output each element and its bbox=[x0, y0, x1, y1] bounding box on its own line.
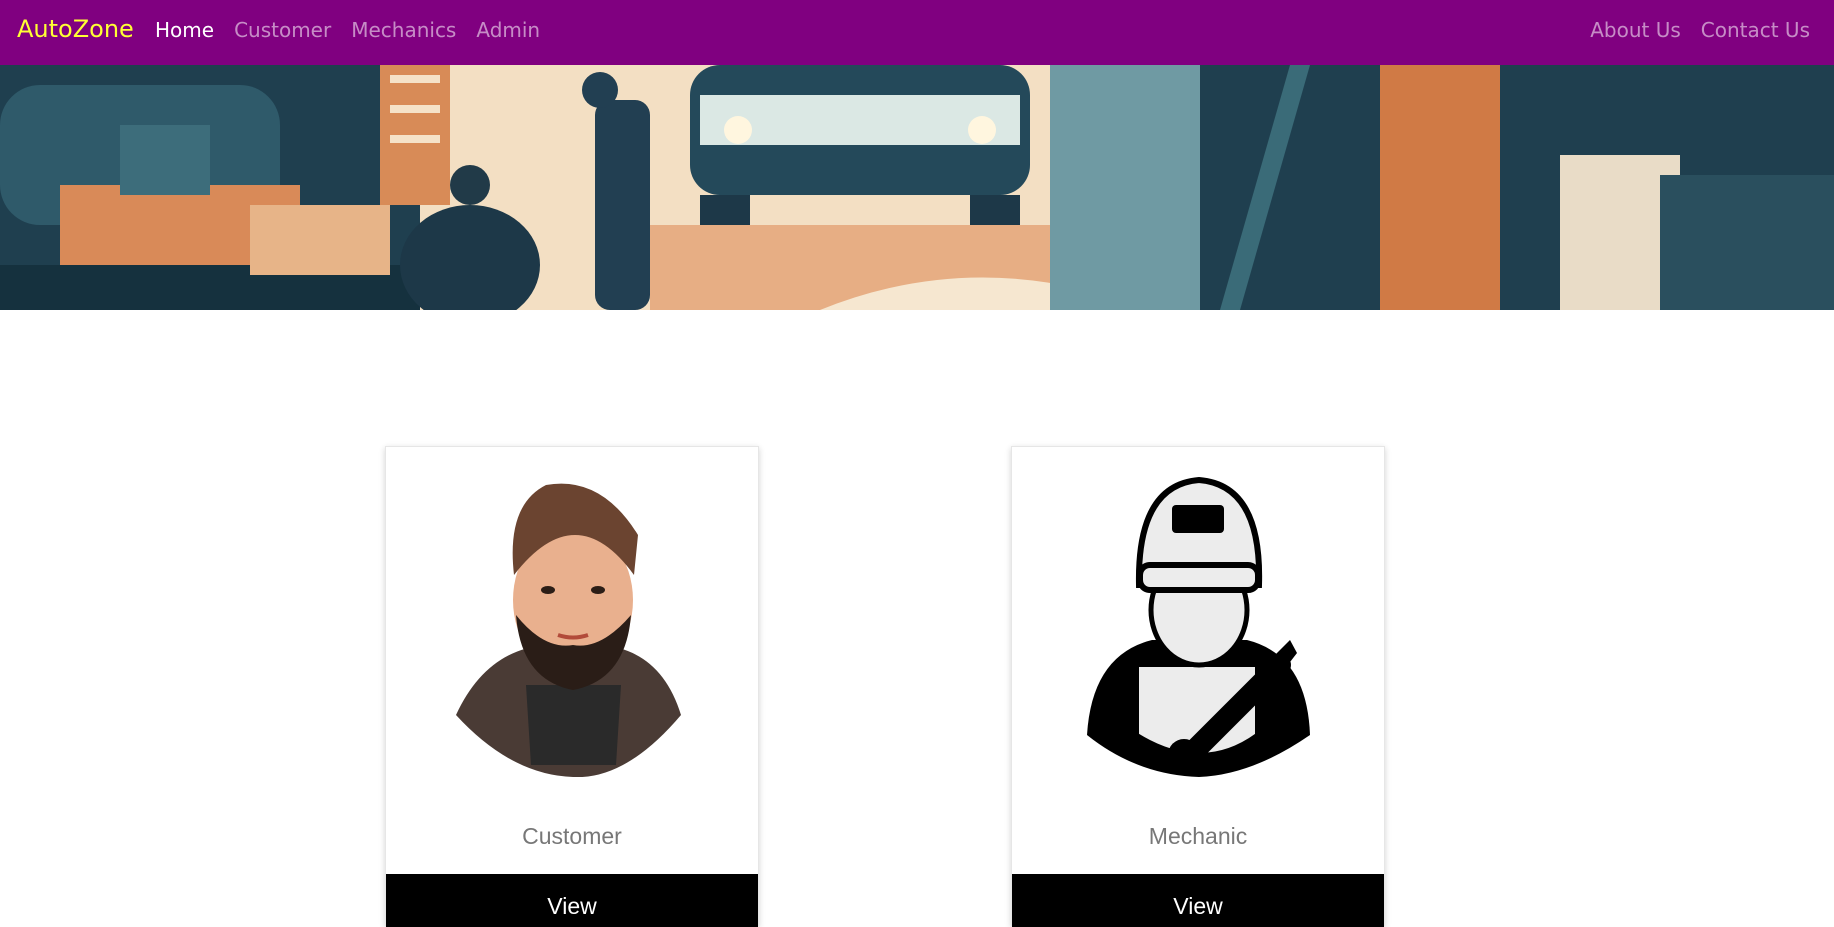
nav-right: About Us Contact Us bbox=[1590, 18, 1810, 42]
brand-link[interactable]: AutoZone bbox=[17, 15, 134, 43]
nav-left: Home Customer Mechanics Admin bbox=[155, 18, 540, 42]
customer-view-button[interactable]: View bbox=[386, 874, 758, 927]
mechanic-card: Mechanic View bbox=[1011, 446, 1385, 927]
nav-customer-link[interactable]: Customer bbox=[234, 18, 331, 42]
card-title-mechanic: Mechanic bbox=[1148, 823, 1248, 849]
mechanic-view-button[interactable]: View bbox=[1012, 874, 1384, 927]
nav-admin-link[interactable]: Admin bbox=[476, 18, 540, 42]
customer-card: Customer View bbox=[385, 446, 759, 927]
bearded-man-avatar bbox=[456, 483, 681, 777]
navbar: AutoZone Home Customer Mechanics Admin A… bbox=[0, 0, 1834, 65]
nav-mechanics-link[interactable]: Mechanics bbox=[351, 18, 456, 42]
card-title-customer: Customer bbox=[522, 823, 622, 849]
garage-illustration bbox=[0, 65, 1834, 310]
hero-banner bbox=[0, 65, 1834, 310]
nav-about-link[interactable]: About Us bbox=[1590, 18, 1681, 42]
nav-home-link[interactable]: Home bbox=[155, 18, 214, 42]
nav-contact-link[interactable]: Contact Us bbox=[1701, 18, 1810, 42]
mechanic-with-wrench-icon bbox=[1087, 476, 1310, 777]
